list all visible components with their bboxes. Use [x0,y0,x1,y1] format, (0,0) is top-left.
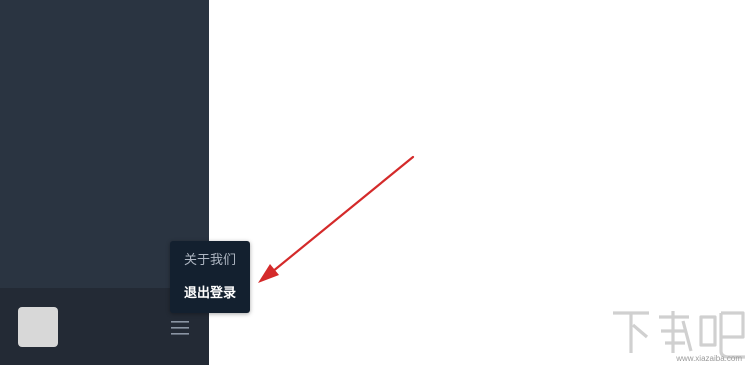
arrow-head [258,264,279,283]
watermark-url: www.xiazaiba.com [676,354,742,363]
avatar[interactable] [18,307,58,347]
menu-item-about[interactable]: 关于我们 [170,245,250,277]
watermark-logo: www.xiazaiba.com [609,307,748,365]
arrow-shaft [270,155,415,274]
menu-item-logout[interactable]: 退出登录 [170,278,250,310]
app-window: 关于我们 退出登录 www.xiazaiba.com [0,0,748,365]
hamburger-menu-button[interactable] [168,316,192,340]
hamburger-icon [171,321,189,335]
user-popup-menu: 关于我们 退出登录 [170,241,250,313]
